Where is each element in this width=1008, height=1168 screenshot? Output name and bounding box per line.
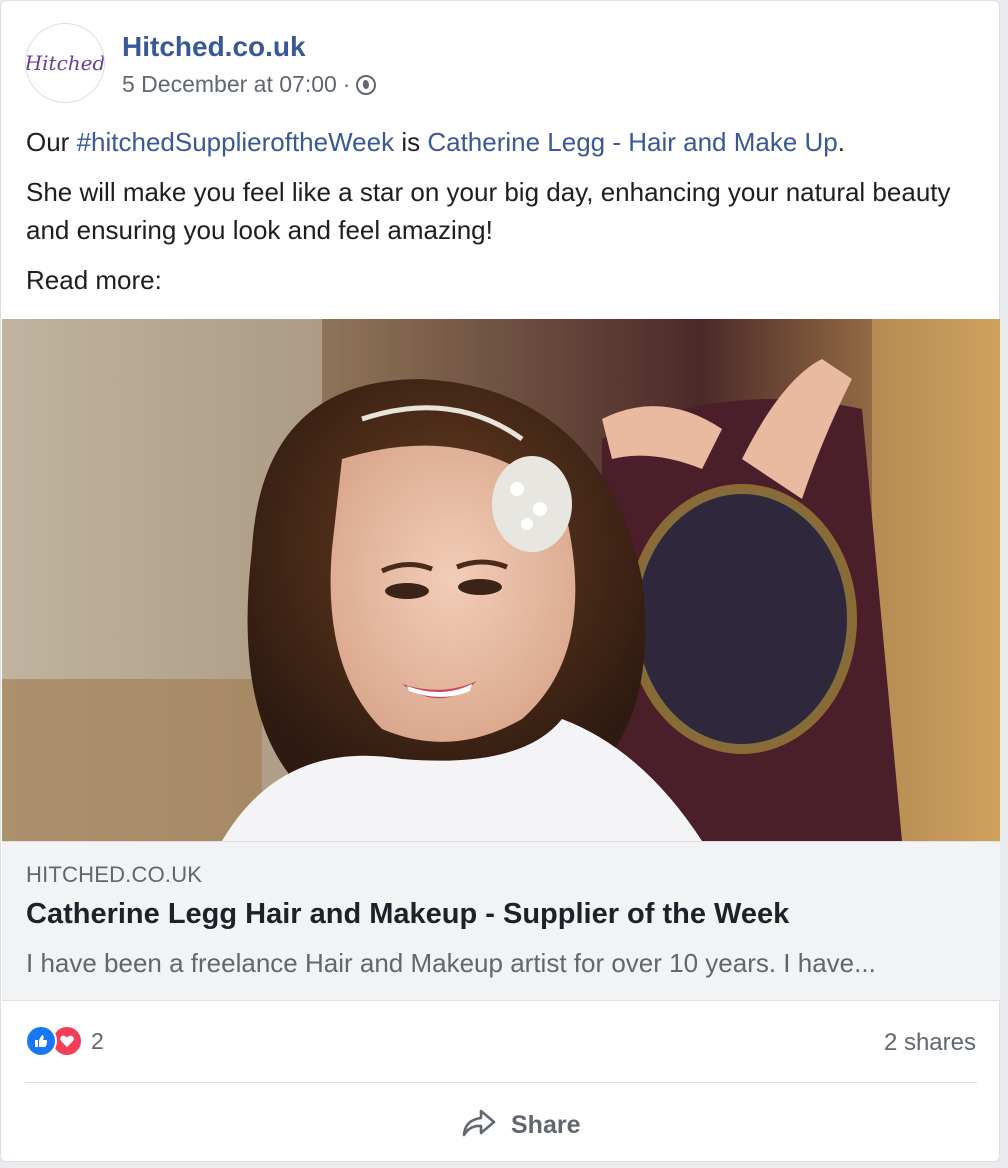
share-label: Share bbox=[511, 1110, 581, 1139]
text-end: . bbox=[837, 127, 846, 157]
meta-separator: · bbox=[342, 71, 351, 97]
avatar-logo-text: Hitched bbox=[25, 51, 105, 75]
link-preview[interactable]: HITCHED.CO.UK Catherine Legg Hair and Ma… bbox=[2, 841, 1000, 1001]
preview-title: Catherine Legg Hair and Makeup - Supplie… bbox=[26, 898, 790, 930]
reaction-count: 2 bbox=[91, 1027, 104, 1054]
actions-divider bbox=[25, 1082, 977, 1083]
bride-photo bbox=[2, 319, 1000, 841]
text-prefix: Our bbox=[26, 127, 77, 157]
shares-count[interactable]: 2 shares bbox=[884, 1029, 976, 1057]
post-text: Our #hitchedSupplieroftheWeek is Catheri… bbox=[26, 123, 976, 311]
post-meta: 5 December at 07:00 · bbox=[122, 71, 377, 98]
share-button[interactable]: Share bbox=[461, 1105, 580, 1145]
page-name-link[interactable]: Hitched.co.uk bbox=[122, 31, 306, 63]
like-icon bbox=[25, 1025, 57, 1057]
share-icon bbox=[461, 1108, 497, 1143]
post-paragraph-2: She will make you feel like a star on yo… bbox=[26, 177, 951, 245]
reactions-summary[interactable]: 2 bbox=[25, 1025, 104, 1057]
post-image[interactable] bbox=[2, 319, 1000, 841]
post-paragraph-3: Read more: bbox=[26, 265, 162, 295]
preview-domain: HITCHED.CO.UK bbox=[26, 862, 203, 887]
hashtag-link[interactable]: #hitchedSupplieroftheWeek bbox=[77, 127, 395, 157]
facebook-post-card: Hitched Hitched.co.uk 5 December at 07:0… bbox=[0, 0, 1000, 1162]
post-paragraph-1: Our #hitchedSupplieroftheWeek is Catheri… bbox=[26, 123, 976, 161]
globe-icon[interactable] bbox=[356, 74, 377, 95]
post-timestamp[interactable]: 5 December at 07:00 bbox=[122, 71, 337, 98]
text-mid: is bbox=[394, 127, 428, 157]
preview-description: I have been a freelance Hair and Makeup … bbox=[26, 948, 876, 978]
mention-link[interactable]: Catherine Legg - Hair and Make Up bbox=[427, 127, 837, 157]
page-avatar[interactable]: Hitched bbox=[25, 23, 105, 103]
